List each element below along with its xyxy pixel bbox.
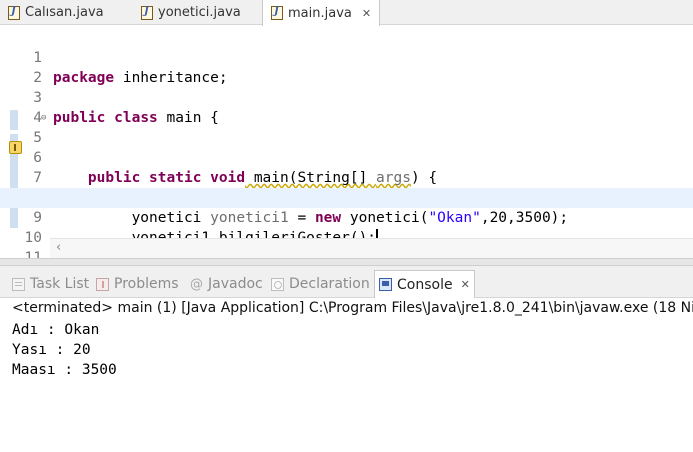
java-file-icon: J — [141, 5, 153, 20]
code-line-10: 10 } — [0, 208, 693, 258]
problems-icon — [96, 277, 109, 291]
console-output-line: Yası : 20 — [12, 342, 91, 358]
tab-main-java[interactable]: J main.java ✕ — [262, 0, 381, 26]
code-line-7: 7 — [0, 148, 693, 186]
close-icon[interactable]: ✕ — [362, 7, 371, 20]
javadoc-icon: @ — [190, 276, 203, 292]
tab-label: Task List — [30, 276, 90, 292]
console-output-line: Adı : Okan — [12, 322, 100, 338]
java-file-icon: J — [8, 5, 20, 20]
declaration-icon — [271, 277, 284, 291]
code-line-3: 3 public class main { — [0, 68, 693, 126]
console-status: <terminated> main (1) [Java Application]… — [12, 300, 693, 316]
code-line-2: 2 — [0, 48, 693, 86]
scroll-left-icon[interactable]: ‹ — [56, 240, 61, 255]
tab-label: Calısan.java — [25, 5, 104, 20]
tab-label: Problems — [114, 276, 179, 292]
line-number: 11 — [24, 250, 42, 258]
tab-declaration[interactable]: Declaration — [271, 270, 370, 298]
tab-label: main.java — [288, 5, 352, 21]
task-list-icon — [12, 277, 25, 291]
tab-label: Console — [397, 276, 453, 293]
code-line-9: 9 yonetici1.bilgileriGoster(); — [0, 188, 693, 246]
code-line-8: 8 yonetici yonetici1 = new yonetici("Oka… — [0, 168, 693, 226]
fold-toggle-icon[interactable]: ⊖ — [41, 108, 46, 128]
console-icon — [379, 278, 392, 291]
tab-label: Javadoc — [208, 276, 263, 292]
tab-problems[interactable]: Problems — [96, 270, 179, 298]
java-file-icon: J — [271, 6, 283, 20]
tab-label: Declaration — [289, 276, 370, 292]
tab-console[interactable]: Console ✕ — [374, 270, 475, 298]
tab-calisan-java[interactable]: J Calısan.java — [8, 0, 104, 25]
code-editor[interactable]: 1 package inheritance; 2 3 public class … — [0, 26, 693, 258]
code-line-4: 4 — [0, 88, 693, 126]
code-line-1: 1 package inheritance; — [0, 28, 693, 86]
close-icon[interactable]: ✕ — [461, 278, 470, 291]
console-output-line: Maası : 3500 — [12, 362, 117, 378]
tab-task-list[interactable]: Task List — [12, 270, 89, 298]
editor-tab-bar: J Calısan.java J yonetici.java J main.ja… — [0, 0, 693, 26]
tab-yonetici-java[interactable]: J yonetici.java — [141, 0, 241, 25]
tab-javadoc[interactable]: @ Javadoc — [190, 270, 263, 298]
view-tab-bar: Task List Problems @ Javadoc Declaration… — [0, 266, 693, 298]
code-line-5: 5 ⊖ public static void main(String[] arg… — [0, 108, 693, 186]
horizontal-scrollbar[interactable]: ‹ — [50, 238, 693, 258]
code-line-6: 6 — [0, 128, 693, 166]
tab-label: yonetici.java — [158, 5, 241, 20]
pane-divider[interactable] — [0, 258, 693, 266]
